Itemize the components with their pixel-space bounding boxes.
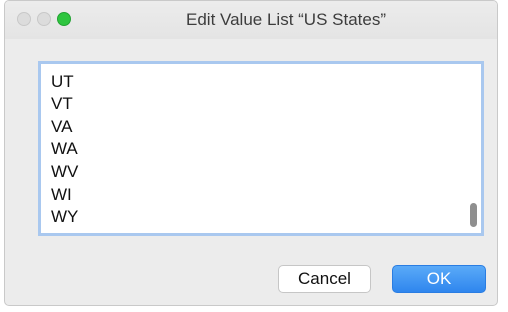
- cancel-button[interactable]: Cancel: [278, 265, 371, 293]
- window-title: Edit Value List “US States”: [186, 10, 386, 29]
- close-window-button[interactable]: [17, 12, 31, 26]
- list-item[interactable]: WA: [41, 138, 459, 161]
- edit-value-list-dialog: Edit Value List “US States” TX UT VT VA …: [4, 0, 498, 306]
- list-item[interactable]: WI: [41, 184, 459, 207]
- list-item[interactable]: WV: [41, 161, 459, 184]
- list-item[interactable]: WY: [41, 206, 459, 229]
- title-bar[interactable]: Edit Value List “US States”: [5, 1, 497, 39]
- value-list[interactable]: TX UT VT VA WA WV WI WY: [41, 64, 459, 229]
- list-item[interactable]: UT: [41, 71, 459, 94]
- list-item[interactable]: VT: [41, 93, 459, 116]
- scrollbar-thumb[interactable]: [470, 203, 477, 227]
- vertical-scrollbar[interactable]: [467, 66, 477, 231]
- minimize-window-button[interactable]: [37, 12, 51, 26]
- value-list-textarea[interactable]: TX UT VT VA WA WV WI WY: [38, 61, 484, 236]
- list-item[interactable]: VA: [41, 116, 459, 139]
- list-item[interactable]: TX: [41, 64, 459, 71]
- ok-button[interactable]: OK: [392, 265, 486, 293]
- zoom-window-button[interactable]: [57, 12, 71, 26]
